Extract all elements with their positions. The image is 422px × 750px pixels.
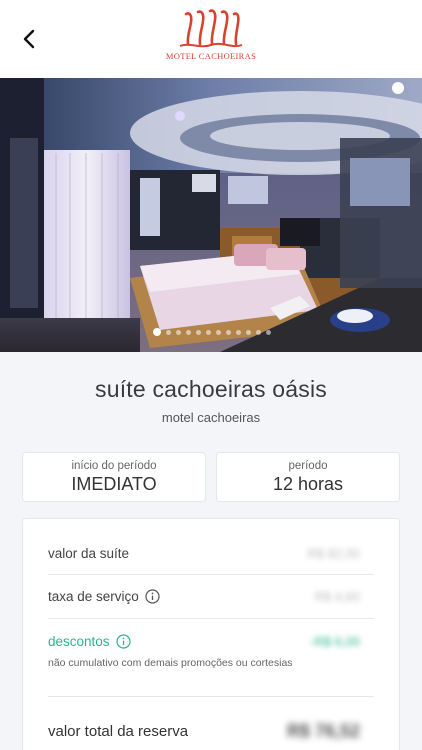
service-fee-amount: R$ 4,60: [314, 589, 360, 604]
suite-photo-image: [0, 78, 422, 352]
suite-photo[interactable]: [0, 78, 422, 352]
app-header: MOTEL CACHOEIRAS: [0, 0, 422, 78]
discounts-label: descontos: [48, 634, 110, 649]
gallery-dot[interactable]: [152, 328, 161, 336]
gallery-dot[interactable]: [175, 329, 181, 335]
divider: [48, 618, 374, 619]
discounts-amount: -R$ 6,00: [310, 634, 360, 649]
back-button[interactable]: [14, 24, 44, 54]
suite-value-row: valor da suíte R$ 82,00: [48, 546, 374, 561]
suite-title: suíte cachoeiras oásis: [95, 376, 327, 402]
period-start-label: início do período: [71, 460, 157, 472]
period-start-box[interactable]: início do período IMEDIATO: [22, 452, 206, 502]
period-label: período: [288, 460, 328, 472]
gallery-dot[interactable]: [245, 329, 251, 335]
discounts-note: não cumulativo com demais promoções ou c…: [48, 657, 293, 669]
gallery-dot[interactable]: [165, 329, 171, 335]
period-start-value: IMEDIATO: [71, 474, 157, 494]
gallery-dot[interactable]: [215, 329, 221, 335]
suite-value-amount: R$ 82,00: [307, 546, 360, 561]
gallery-dot[interactable]: [205, 329, 211, 335]
motel-name: motel cachoeiras: [161, 410, 261, 425]
period-box[interactable]: período 12 horas: [216, 452, 400, 502]
discounts-info-icon[interactable]: [115, 634, 131, 649]
total-row: valor total da reserva R$ 76,52: [48, 721, 374, 741]
total-amount: R$ 76,52: [286, 721, 360, 741]
service-fee-info-icon[interactable]: [145, 589, 160, 604]
waterfall-logo-icon: [179, 9, 243, 48]
gallery-dot[interactable]: [195, 329, 201, 335]
logo-text: MOTEL CACHOEIRAS: [165, 51, 257, 61]
period-value: 12 horas: [272, 474, 344, 494]
chevron-left-icon: [23, 29, 35, 49]
motel-logo: MOTEL CACHOEIRAS: [165, 8, 257, 68]
divider: [48, 574, 374, 575]
discounts-row: descontos -R$ 6,00: [48, 634, 374, 649]
service-fee-row: taxa de serviço R$ 4,60: [48, 589, 374, 604]
price-summary-card: valor da suíte R$ 82,00 taxa de serviço …: [22, 518, 400, 750]
gallery-dot[interactable]: [235, 329, 241, 335]
gallery-dot[interactable]: [265, 329, 271, 335]
divider: [48, 696, 374, 697]
gallery-dot[interactable]: [255, 329, 261, 335]
gallery-pagination[interactable]: [0, 326, 422, 338]
service-fee-label: taxa de serviço: [48, 589, 139, 604]
gallery-dot[interactable]: [225, 329, 231, 335]
gallery-dot[interactable]: [185, 329, 191, 335]
